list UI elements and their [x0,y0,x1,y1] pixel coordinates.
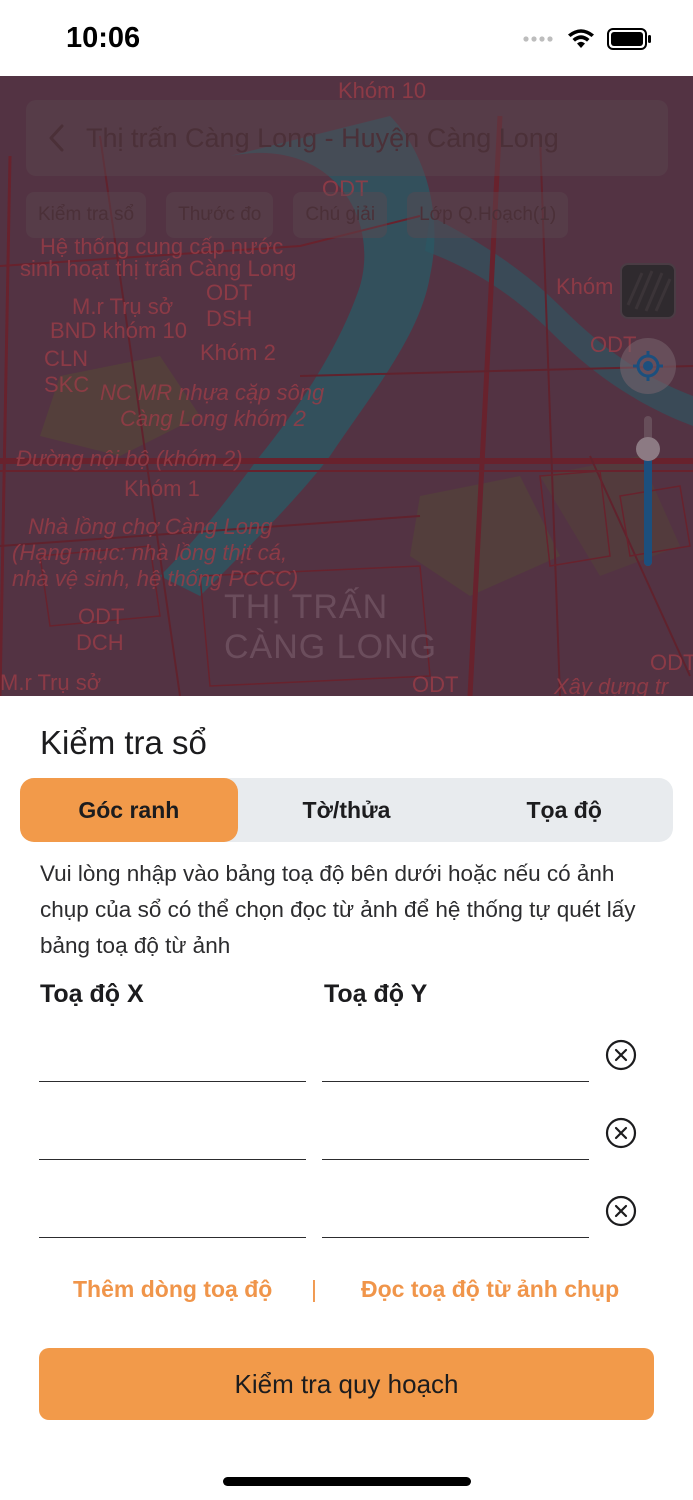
coordinate-y-input[interactable] [322,1100,589,1160]
map-label: BND khóm 10 [50,318,187,343]
map-label: Càng Long khóm 2 [120,406,306,431]
chip-lop-quy-hoach[interactable]: Lớp Q.Hoạch(1) [407,192,569,238]
zoom-slider-thumb[interactable] [636,437,660,461]
coordinate-row [0,1100,693,1160]
map-label: DCH [76,630,124,655]
battery-icon [607,28,651,50]
location-search-bar[interactable]: Thị trấn Càng Long - Huyện Càng Long [26,100,668,176]
coordinate-row [0,1178,693,1238]
map-label: M.r Trụ sở [0,670,102,695]
map-label: CLN [44,346,89,371]
status-bar: 10:06 [0,0,693,76]
tab-goc-ranh[interactable]: Góc ranh [20,778,238,842]
crosshair-icon [633,351,663,381]
map-label: ODT [206,280,253,305]
clear-row-button[interactable] [605,1195,637,1227]
map-label: Khóm [556,274,614,299]
map-label: sinh hoạt thị trấn Càng Long [20,256,297,281]
coordinate-row [0,1022,693,1082]
map-label: Khóm 1 [124,476,200,501]
layers-icon [626,270,672,312]
map-label: ODT [650,650,693,675]
close-circle-icon [605,1039,637,1071]
chevron-left-icon [49,124,64,152]
sheet-title: Kiểm tra sổ [40,724,207,761]
back-button[interactable] [26,100,86,176]
home-indicator [223,1477,471,1486]
map-label: Xây dựng tr [554,674,669,696]
signal-icon [523,36,553,42]
tab-to-thua[interactable]: Tờ/thửa [238,778,456,842]
coordinate-y-input[interactable] [322,1178,589,1238]
status-icons [523,28,651,50]
wifi-icon [568,29,594,48]
coordinate-x-input[interactable] [39,1100,306,1160]
chip-chu-giai[interactable]: Chú giải [293,192,388,238]
clear-row-button[interactable] [605,1039,637,1071]
map-label: ODT [78,604,125,629]
check-certificate-sheet: Kiểm tra sổ Góc ranh Tờ/thửa Tọa độ Vui … [0,696,693,1500]
map-label: NC MR nhựa cặp sông [100,380,325,405]
map-label: ODT [412,672,459,696]
add-coordinate-row-link[interactable]: Thêm dòng toạ độ [73,1276,272,1303]
map-label: M.r Trụ sở [72,294,174,319]
map-view[interactable]: Khóm 10 ODT Hệ thống cung cấp nước sinh … [0,76,693,696]
zoom-slider[interactable] [636,416,660,566]
locate-me-button[interactable] [620,338,676,394]
zoom-slider-fill [644,449,652,566]
column-header-x: Toạ độ X [40,980,144,1008]
check-planning-button[interactable]: Kiểm tra quy hoạch [39,1348,654,1420]
action-divider: | [311,1276,317,1302]
map-label: SKC [44,372,90,397]
map-layer-button[interactable] [620,263,676,319]
map-label: THỊ TRẤN [224,588,389,626]
map-label: Nhà lồng chợ Càng Long [28,514,273,539]
coordinate-x-input[interactable] [39,1178,306,1238]
coordinate-y-input[interactable] [322,1022,589,1082]
chip-kiem-tra-so[interactable]: Kiểm tra sổ [26,192,147,238]
coordinate-actions: Thêm dòng toạ độ | Đọc toạ độ từ ảnh chụ… [0,1276,693,1312]
map-tool-chips: Kiểm tra sổ Thước đo Chú giải Lớp Q.Hoạc… [26,192,569,238]
map-label: (Hạng mục: nhà lồng thịt cá, [12,540,288,565]
map-label: Khóm 2 [200,340,276,365]
close-circle-icon [605,1195,637,1227]
chip-thuoc-do[interactable]: Thước đo [166,192,274,238]
map-label: CÀNG LONG [224,628,438,666]
tab-toa-do[interactable]: Tọa độ [455,778,673,842]
status-time: 10:06 [66,22,141,54]
map-label: Đường nội bộ (khóm 2) [16,446,243,471]
instructions-text: Vui lòng nhập vào bảng toạ độ bên dưới h… [40,861,636,958]
close-circle-icon [605,1117,637,1149]
column-header-y: Toạ độ Y [324,980,428,1008]
map-label: DSH [206,306,253,331]
mode-tabs: Góc ranh Tờ/thửa Tọa độ [20,778,673,842]
clear-row-button[interactable] [605,1117,637,1149]
read-from-photo-link[interactable]: Đọc toạ độ từ ảnh chụp [361,1276,619,1303]
location-title: Thị trấn Càng Long - Huyện Càng Long [86,122,559,153]
coordinate-x-input[interactable] [39,1022,306,1082]
